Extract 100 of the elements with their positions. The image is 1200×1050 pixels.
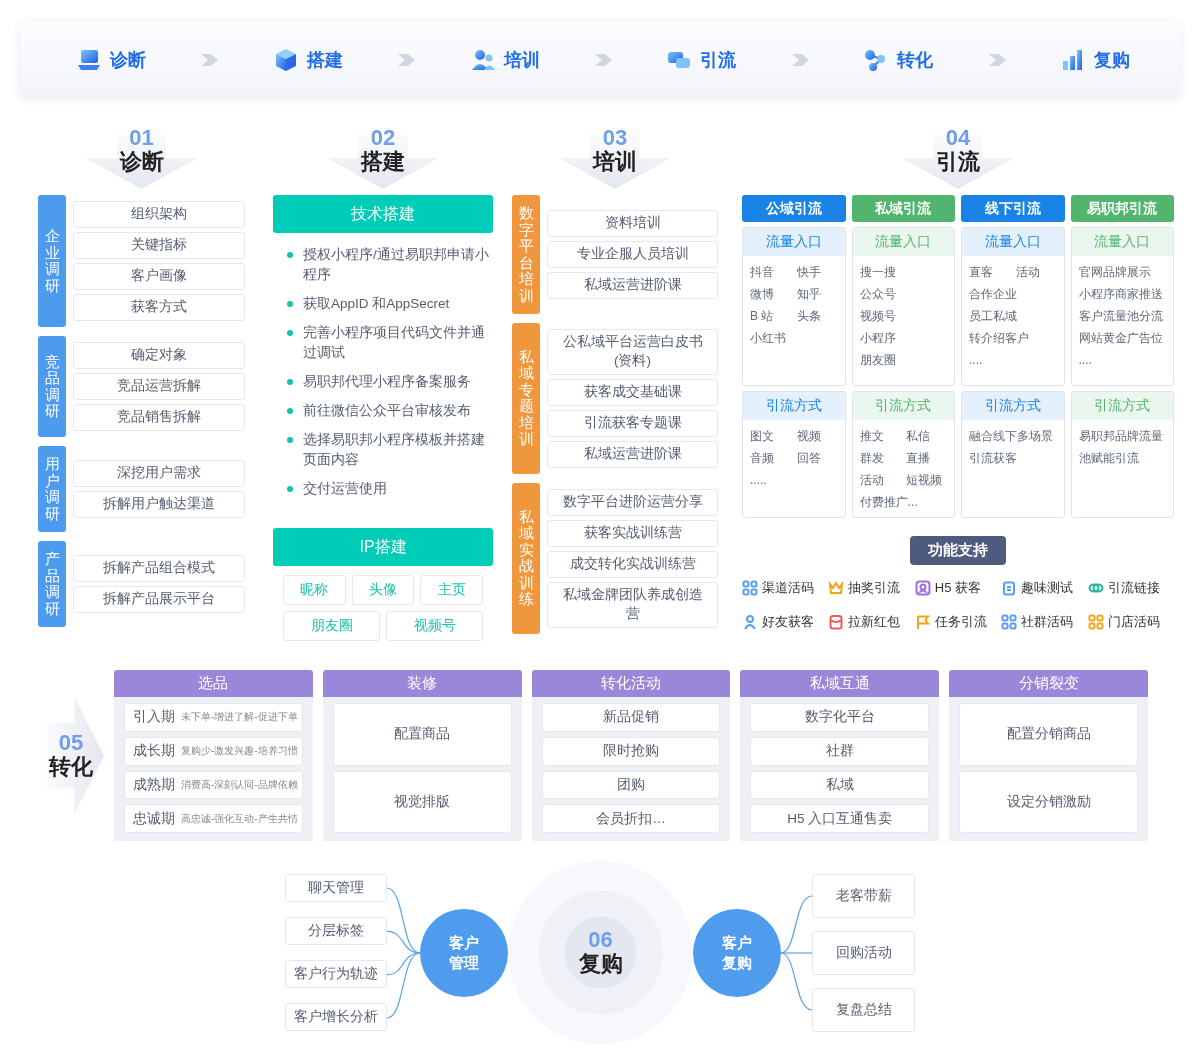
topic-item: 私域金牌团队养成创造营: [547, 581, 718, 628]
step-number: 06: [588, 928, 613, 951]
section-banner: IP搭建: [273, 528, 493, 566]
step-number: 03: [602, 127, 628, 149]
card-subheading: 流量入口: [852, 228, 954, 256]
mindmap-item: 复盘总结: [812, 987, 915, 1032]
feature-label: 任务引流: [934, 613, 987, 631]
bullet-icon: [287, 379, 293, 385]
channel-item: B 站: [750, 308, 775, 325]
stage-label: 限时抢购: [603, 742, 659, 761]
topic-item: 获客实战训练营: [547, 519, 718, 547]
stage-label: 成熟期: [133, 775, 175, 794]
stage-note: 未下单-增进了解-促进下单: [181, 710, 298, 725]
feature-label: 渠道活码: [762, 579, 814, 597]
topic-item: 公私域平台运营白皮书(资料): [547, 329, 718, 375]
topic-item: 数字平台进阶运营分享: [547, 488, 718, 516]
channel-item: 朋友圈: [859, 352, 896, 369]
tag: 主页: [420, 575, 483, 605]
channel-header: 易职邦引流: [1070, 195, 1174, 222]
channel-item: 官网品牌展示: [1078, 264, 1151, 281]
column-header: 分销裂变: [949, 670, 1148, 697]
channel-item: 转介绍客户: [969, 330, 1030, 347]
hub-circle: 客户管理: [420, 908, 508, 997]
topic-item: 客户画像: [73, 263, 245, 290]
section-title: 诊断: [119, 149, 164, 175]
channel-header: 私域引流: [851, 195, 955, 222]
stage-label: 配置分销商品: [1006, 725, 1091, 744]
channel-item: 搜一搜: [859, 264, 896, 281]
topic-item: 组织架构: [73, 201, 245, 228]
step-label[interactable]: 引流: [700, 47, 737, 72]
stage-label: 忠诚期: [133, 809, 175, 828]
step-text: 选择易职邦小程序模板并搭建页面内容: [303, 431, 486, 469]
section-title: 转化: [49, 753, 93, 780]
topic-item: 拆解产品组合模式: [73, 555, 245, 582]
stage-label: 设定分销激励: [1006, 792, 1091, 811]
step-text: 授权小程序/通过易职邦申请小程序: [303, 246, 490, 284]
channel-item: 音频: [750, 450, 775, 467]
tag: 头像: [351, 575, 415, 605]
feature-label: 抽奖引流: [848, 579, 901, 597]
bullet-icon: [287, 437, 293, 443]
bullet-icon: [287, 252, 293, 258]
bullet-icon: [287, 330, 293, 336]
section-title: 培训: [593, 149, 637, 175]
step-label[interactable]: 复购: [1093, 47, 1130, 72]
category-label: 私域专题培训: [512, 323, 540, 474]
step-label[interactable]: 转化: [897, 47, 934, 72]
channel-header: 线下引流: [961, 195, 1065, 222]
channel-item: 活动: [859, 472, 885, 489]
step-number: 02: [370, 127, 396, 149]
column-header: 选品: [114, 670, 313, 697]
tag: 朋友圈: [283, 611, 380, 641]
tag: 昵称: [283, 575, 346, 605]
column-header: 装修: [322, 670, 522, 697]
topic-item: 深挖用户需求: [73, 460, 245, 487]
section-banner: 功能支持: [910, 536, 1006, 565]
channel-item: 知乎: [796, 286, 822, 303]
channel-item: 直播: [906, 450, 932, 467]
step-label[interactable]: 培训: [503, 47, 540, 72]
channel-item: 视频号: [859, 308, 896, 325]
category-label: 私域实战训练: [512, 482, 540, 634]
mindmap-item: 老客带薪: [812, 873, 915, 918]
stage-note: 消费高-深刻认同-品牌依赖: [181, 777, 298, 792]
channel-item: 群发: [859, 450, 885, 467]
step-text: 易职邦代理小程序备案服务: [303, 373, 471, 391]
feature-label: 社群活码: [1021, 613, 1074, 631]
mindmap-item: 聊天管理: [285, 873, 387, 902]
card-subheading: 流量入口: [962, 228, 1064, 256]
step-number: 05: [58, 731, 84, 754]
card-subheading: 引流方式: [962, 392, 1064, 420]
stage-label: H5 入口互通售卖: [787, 809, 893, 828]
feature-label: 引流链接: [1107, 579, 1160, 597]
channel-item: 抖音: [750, 264, 775, 281]
card-subheading: 引流方式: [1071, 392, 1173, 420]
card-subheading: 流量入口: [743, 228, 845, 256]
channel-item: ....: [1078, 352, 1092, 369]
stage-label: 数字化平台: [804, 708, 875, 727]
topic-item: 确定对象: [73, 342, 245, 369]
channel-item: 活动: [1015, 264, 1041, 281]
step-text: 交付运营使用: [303, 480, 387, 498]
topic-item: 竞品销售拆解: [73, 404, 245, 431]
channel-item: 小程序: [859, 330, 896, 347]
mindmap-item: 分层标签: [285, 916, 387, 945]
category-label: 企业调研: [38, 195, 66, 327]
card-subheading: 引流方式: [852, 392, 954, 420]
bullet-icon: [287, 301, 293, 307]
section-banner: 技术搭建: [273, 195, 493, 233]
topic-item: 拆解产品展示平台: [73, 586, 245, 613]
category-label: 数字平台培训: [512, 195, 540, 314]
step-label[interactable]: 诊断: [110, 47, 146, 72]
step-text: 前往微信公众平台审核发布: [303, 402, 471, 420]
channel-item: 客户流量池分流: [1078, 308, 1163, 325]
channel-item: 融合线下多场景引流获客: [969, 428, 1054, 467]
hub-circle: 客户复购: [693, 908, 781, 997]
channel-item: 微博: [750, 286, 775, 303]
stage-label: 私域: [825, 775, 854, 794]
bullet-icon: [287, 486, 293, 492]
topic-item: 成交转化实战训练营: [547, 550, 718, 578]
step-label[interactable]: 搭建: [306, 47, 343, 72]
topic-item: 私域运营进阶课: [547, 440, 718, 468]
channel-item: 付费推广...: [859, 494, 919, 511]
